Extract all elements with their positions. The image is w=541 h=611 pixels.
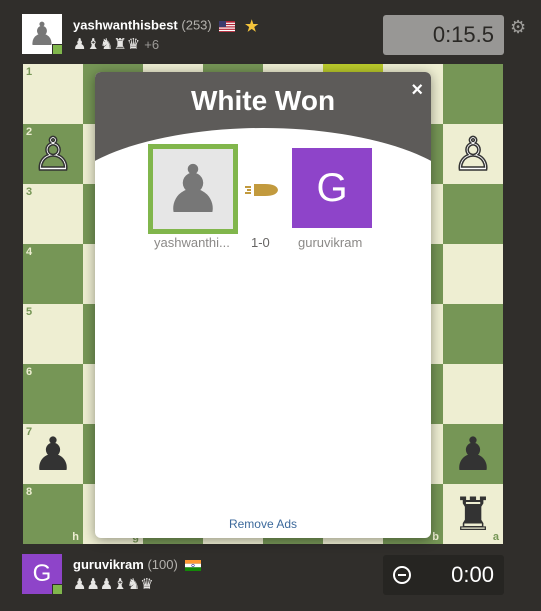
loser-avatar[interactable]: G — [292, 148, 372, 228]
us-flag-icon — [219, 20, 236, 32]
file-label: b — [432, 531, 439, 543]
rank-label: 3 — [26, 186, 33, 198]
rank-label: 1 — [26, 66, 33, 78]
bottom-avatar-letter: G — [32, 560, 52, 587]
top-player-clock: 0:15.5 — [383, 15, 504, 55]
rank-label: 5 — [26, 306, 33, 318]
bottom-player-clock: 0:00 — [383, 555, 504, 595]
bottom-clock-time: 0:00 — [451, 562, 494, 587]
india-flag-icon — [185, 560, 202, 572]
loser-avatar-letter: G — [316, 165, 348, 210]
board-square[interactable] — [443, 364, 503, 424]
board-square[interactable] — [443, 304, 503, 364]
bottom-player-avatar[interactable]: G — [22, 554, 63, 595]
board-square[interactable]: 1 — [23, 64, 83, 124]
material-advantage: +6 — [144, 37, 160, 52]
bottom-player-name-line: guruvikram (100) — [73, 557, 202, 572]
remove-ads-link[interactable]: Remove Ads — [95, 517, 431, 531]
board-square[interactable]: 3 — [23, 184, 83, 244]
board-square[interactable]: 6 — [23, 364, 83, 424]
board-square[interactable]: 5 — [23, 304, 83, 364]
board-square[interactable]: 2 ♙ — [23, 124, 83, 184]
black-piece[interactable]: ♜ — [443, 484, 503, 544]
top-captured-pieces: ♟♝♞♜♛ +6 — [73, 35, 159, 53]
board-square[interactable]: 4 — [23, 244, 83, 304]
winner-avatar[interactable]: ♟ — [148, 144, 238, 234]
rank-label: 6 — [26, 366, 33, 378]
board-square[interactable]: ♟ — [443, 424, 503, 484]
board-square[interactable]: a ♜ — [443, 484, 503, 544]
top-player-bar: ♟ yashwanthisbest (253) ★ ♟♝♞♜♛ +6 0:15.5 — [22, 14, 504, 56]
online-status-indicator — [52, 584, 63, 595]
close-icon[interactable]: × — [411, 79, 423, 102]
top-player-name-line: yashwanthisbest (253) ★ — [73, 17, 258, 35]
game-score: 1-0 — [251, 235, 270, 250]
top-player-rating: (253) — [181, 17, 212, 33]
board-square[interactable] — [443, 64, 503, 124]
pawn-avatar-icon: ♟ — [163, 150, 223, 228]
online-status-indicator — [52, 44, 63, 55]
winner-name: yashwanthi... — [154, 235, 230, 250]
top-clock-time: 0:15.5 — [432, 22, 494, 47]
top-player-name[interactable]: yashwanthisbest — [73, 17, 178, 32]
file-label: h — [72, 531, 79, 543]
board-square[interactable] — [443, 244, 503, 304]
modal-title: White Won — [190, 85, 336, 116]
top-player-avatar[interactable]: ♟ — [22, 14, 63, 55]
black-piece[interactable]: ♟ — [443, 424, 503, 484]
white-piece[interactable]: ♙ — [23, 124, 83, 184]
clock-icon — [393, 566, 411, 584]
bottom-player-bar: G guruvikram (100) ♟♟♟♝♞♛ 0:00 — [22, 554, 504, 596]
rank-label: 4 — [26, 246, 33, 258]
bottom-player-name[interactable]: guruvikram — [73, 557, 144, 572]
board-square[interactable]: ♙ — [443, 124, 503, 184]
black-piece[interactable]: ♟ — [23, 424, 83, 484]
captured-pieces-icons: ♟♝♞♜♛ — [73, 35, 141, 53]
loser-name: guruvikram — [298, 235, 363, 250]
white-piece[interactable]: ♙ — [443, 124, 503, 184]
board-square[interactable]: 8h — [23, 484, 83, 544]
board-square[interactable] — [443, 184, 503, 244]
gear-icon[interactable]: ⚙ — [510, 17, 526, 38]
game-over-modal: White Won × ♟ G yashwanthi... 1-0 guruvi… — [95, 72, 431, 538]
bottom-player-rating: (100) — [147, 557, 178, 572]
board-square[interactable]: 7 ♟ — [23, 424, 83, 484]
star-icon: ★ — [245, 18, 259, 35]
bottom-captured-pieces: ♟♟♟♝♞♛ — [73, 575, 154, 593]
rank-label: 8 — [26, 486, 33, 498]
bullet-icon — [245, 184, 278, 196]
captured-pieces-icons: ♟♟♟♝♞♛ — [73, 575, 154, 593]
